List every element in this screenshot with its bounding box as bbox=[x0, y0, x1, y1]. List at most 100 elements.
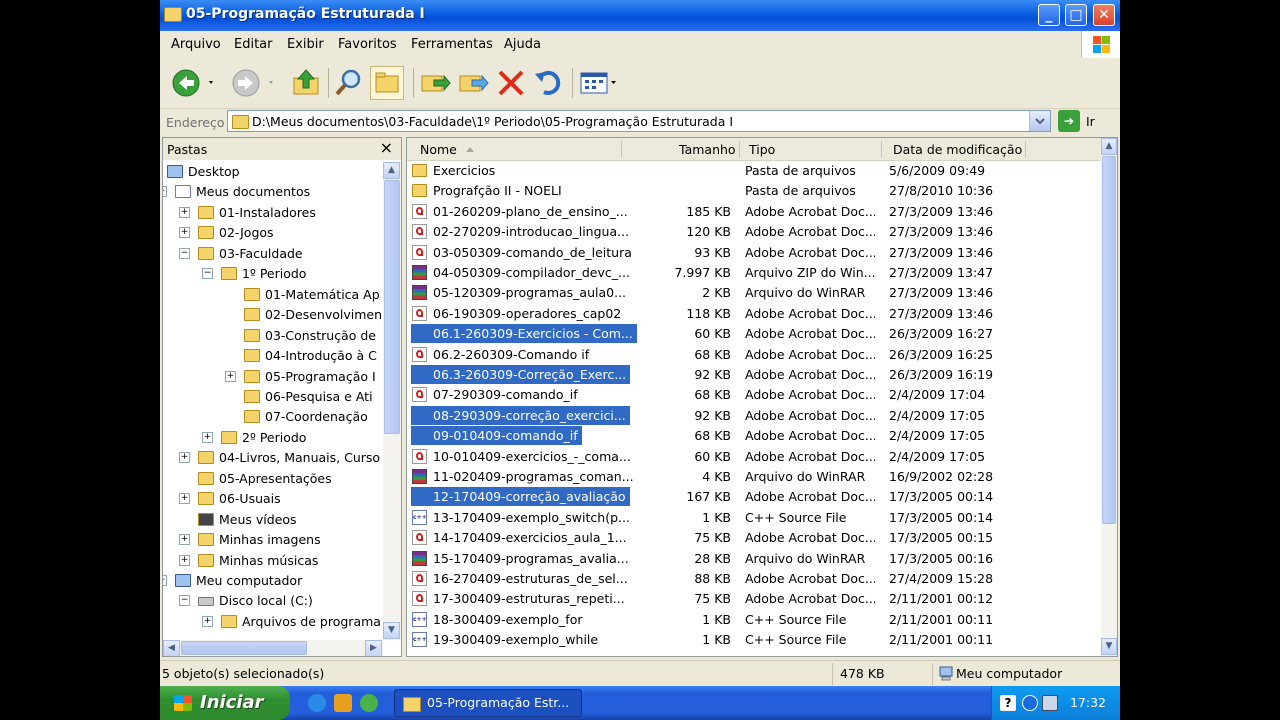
file-row[interactable]: Exercicios Pasta de arquivos 5/6/2009 09:4… bbox=[407, 161, 1101, 181]
collapse-icon[interactable]: − bbox=[163, 186, 167, 198]
file-row[interactable]: 01-260209-plano_de_ensino_... 185 KB Adobe… bbox=[407, 202, 1101, 222]
folders-icon[interactable] bbox=[370, 66, 404, 100]
file-row[interactable]: 06.1-260309-Exercicios - Com... 60 KB Adob… bbox=[407, 324, 1101, 344]
start-button[interactable]: Iniciar bbox=[160, 686, 290, 720]
tree-item[interactable]: Meus vídeos bbox=[163, 510, 383, 530]
expand-icon[interactable]: + bbox=[179, 554, 190, 566]
file-row[interactable]: 06.3-260309-Correção_Exerc... 92 KB Adobe … bbox=[407, 365, 1101, 385]
tree-vertical-scrollbar[interactable]: ▲ ▼ bbox=[383, 162, 401, 640]
file-row[interactable]: 09-010409-comando_if 68 KB Adobe Acrobat D… bbox=[407, 426, 1101, 446]
file-name-cell[interactable]: 16-270409-estruturas_de_sel... bbox=[411, 569, 632, 588]
messenger-icon[interactable] bbox=[360, 694, 378, 712]
file-row[interactable]: 11-020409-programas_coman... 4 KB Arquivo … bbox=[407, 467, 1101, 487]
file-row[interactable]: 18-300409-exemplo_for 1 KB C++ Source File… bbox=[407, 610, 1101, 630]
column-date[interactable]: Data de modificação bbox=[893, 142, 1022, 157]
tree-item[interactable]: − 03-Faculdade bbox=[163, 244, 383, 264]
expand-icon[interactable]: + bbox=[179, 227, 190, 239]
tree-item[interactable]: − Meus documentos bbox=[163, 182, 383, 202]
close-button[interactable]: ✕ bbox=[1093, 4, 1115, 26]
go-label[interactable]: Ir bbox=[1086, 114, 1095, 129]
tree-hscroll-thumb[interactable] bbox=[181, 641, 307, 655]
tree-item[interactable]: + Minhas músicas bbox=[163, 551, 383, 571]
file-name-cell[interactable]: 15-170409-programas_avalia... bbox=[411, 549, 633, 568]
file-name-cell[interactable]: 02-270209-introducao_lingua... bbox=[411, 222, 633, 241]
menu-exibir[interactable]: Exibir bbox=[287, 37, 324, 52]
tree-item[interactable]: + Minhas imagens bbox=[163, 530, 383, 550]
tree-item[interactable]: 06-Pesquisa e Ati bbox=[163, 387, 383, 407]
collapse-icon[interactable]: − bbox=[202, 268, 213, 280]
file-name-cell[interactable]: 07-290309-comando_if bbox=[411, 385, 582, 404]
tree-item[interactable]: − Meu computador bbox=[163, 571, 383, 591]
file-name-cell[interactable]: 19-300409-exemplo_while bbox=[411, 630, 602, 649]
tree-item[interactable]: +01-Instaladores bbox=[163, 203, 383, 223]
file-name-cell[interactable]: 06.2-260309-Comando if bbox=[411, 345, 593, 364]
tree-item[interactable]: +05-Programação I bbox=[163, 367, 383, 387]
delete-icon[interactable] bbox=[494, 66, 528, 100]
collapse-icon[interactable]: − bbox=[163, 575, 167, 586]
file-row[interactable]: 15-170409-programas_avalia... 28 KB Arquiv… bbox=[407, 549, 1101, 569]
file-row[interactable]: 10-010409-exercicios_-_coma... 60 KB Adobe… bbox=[407, 447, 1101, 467]
go-button[interactable]: ➜ bbox=[1058, 110, 1080, 132]
column-type[interactable]: Tipo bbox=[749, 142, 775, 157]
close-icon[interactable]: × bbox=[380, 138, 393, 157]
file-name-cell[interactable]: 03-050309-comando_de_leitura bbox=[411, 243, 636, 262]
menu-ferramentas[interactable]: Ferramentas bbox=[411, 37, 493, 52]
collapse-icon[interactable]: − bbox=[179, 247, 190, 259]
undo-icon[interactable] bbox=[532, 66, 566, 100]
tree-item[interactable]: +06-Usuais bbox=[163, 489, 383, 509]
file-name-cell[interactable]: Prografção II - NOELI bbox=[411, 181, 566, 200]
file-name-cell[interactable]: 17-300409-estruturas_repeti... bbox=[411, 589, 629, 608]
column-name[interactable]: Nome bbox=[420, 142, 457, 157]
menu-ajuda[interactable]: Ajuda bbox=[504, 37, 541, 52]
file-name-cell[interactable]: 12-170409-correção_avaliação bbox=[411, 487, 630, 507]
file-name-cell[interactable]: 09-010409-comando_if bbox=[411, 426, 582, 446]
file-row[interactable]: 04-050309-compilador_devc_... 7.997 KB Arq… bbox=[407, 263, 1101, 283]
tree-item[interactable]: − 1º Periodo bbox=[163, 264, 383, 284]
expand-icon[interactable]: + bbox=[179, 534, 190, 546]
file-row[interactable]: 07-290309-comando_if 68 KB Adobe Acrobat D… bbox=[407, 385, 1101, 405]
scroll-down-button[interactable]: ▼ bbox=[383, 622, 400, 639]
expand-icon[interactable]: + bbox=[225, 370, 236, 382]
menu-arquivo[interactable]: Arquivo bbox=[171, 37, 221, 52]
expand-icon[interactable]: + bbox=[179, 493, 190, 505]
title-bar[interactable]: 05-Programação Estruturada I _ □ ✕ bbox=[160, 0, 1120, 31]
file-name-cell[interactable]: 05-120309-programas_aula0... bbox=[411, 283, 630, 302]
tree-item[interactable]: 01-Matemática Ap bbox=[163, 285, 383, 305]
network-icon[interactable] bbox=[1042, 695, 1058, 711]
menu-favoritos[interactable]: Favoritos bbox=[338, 37, 397, 52]
tree-item[interactable]: +2º Periodo bbox=[163, 428, 383, 448]
scroll-left-button[interactable]: ◀ bbox=[163, 640, 180, 656]
file-row[interactable]: 16-270409-estruturas_de_sel... 88 KB Adobe… bbox=[407, 569, 1101, 589]
help-icon[interactable]: ? bbox=[1000, 695, 1016, 711]
file-name-cell[interactable]: 14-170409-exercicios_aula_1... bbox=[411, 528, 631, 547]
file-name-cell[interactable]: 04-050309-compilador_devc_... bbox=[411, 263, 634, 282]
file-name-cell[interactable]: Exercicios bbox=[411, 161, 499, 180]
tree-item[interactable]: − Disco local (C:) bbox=[163, 591, 383, 611]
file-name-cell[interactable]: 13-170409-exemplo_switch(p... bbox=[411, 508, 634, 527]
file-name-cell[interactable]: 18-300409-exemplo_for bbox=[411, 610, 587, 629]
tree-item[interactable]: +02-Jogos bbox=[163, 223, 383, 243]
scroll-up-button[interactable]: ▲ bbox=[383, 162, 400, 179]
file-row[interactable]: 06-190309-operadores_cap02 118 KB Adobe Ac… bbox=[407, 304, 1101, 324]
expand-icon[interactable]: + bbox=[202, 431, 213, 443]
expand-icon[interactable]: + bbox=[202, 615, 213, 627]
expand-icon[interactable]: + bbox=[179, 206, 190, 218]
scroll-down-button[interactable]: ▼ bbox=[1101, 638, 1117, 655]
views-icon[interactable] bbox=[578, 66, 622, 100]
file-name-cell[interactable]: 11-020409-programas_coman... bbox=[411, 467, 638, 486]
up-folder-icon[interactable] bbox=[290, 66, 324, 100]
file-row[interactable]: 08-290309-correção_exercici... 92 KB Adobe… bbox=[407, 405, 1101, 426]
address-dropdown-button[interactable] bbox=[1029, 111, 1050, 131]
file-row[interactable]: 02-270209-introducao_lingua... 120 KB Adob… bbox=[407, 222, 1101, 242]
back-arrow-icon[interactable] bbox=[170, 66, 213, 100]
list-vertical-scrollbar[interactable]: ▲ ▼ bbox=[1101, 138, 1117, 656]
file-row[interactable]: 05-120309-programas_aula0... 2 KB Arquivo … bbox=[407, 283, 1101, 303]
file-row[interactable]: 06.2-260309-Comando if 68 KB Adobe Acrobat… bbox=[407, 345, 1101, 365]
file-row[interactable]: 14-170409-exercicios_aula_1... 75 KB Adobe… bbox=[407, 528, 1101, 548]
minimize-button[interactable]: _ bbox=[1038, 4, 1060, 26]
scroll-up-button[interactable]: ▲ bbox=[1101, 138, 1117, 155]
file-name-cell[interactable]: 06-190309-operadores_cap02 bbox=[411, 304, 625, 323]
tree-scroll-thumb[interactable] bbox=[384, 180, 400, 434]
back-icon[interactable] bbox=[1022, 695, 1038, 711]
file-row[interactable]: 12-170409-correção_avaliação 167 KB Adobe … bbox=[407, 487, 1101, 507]
